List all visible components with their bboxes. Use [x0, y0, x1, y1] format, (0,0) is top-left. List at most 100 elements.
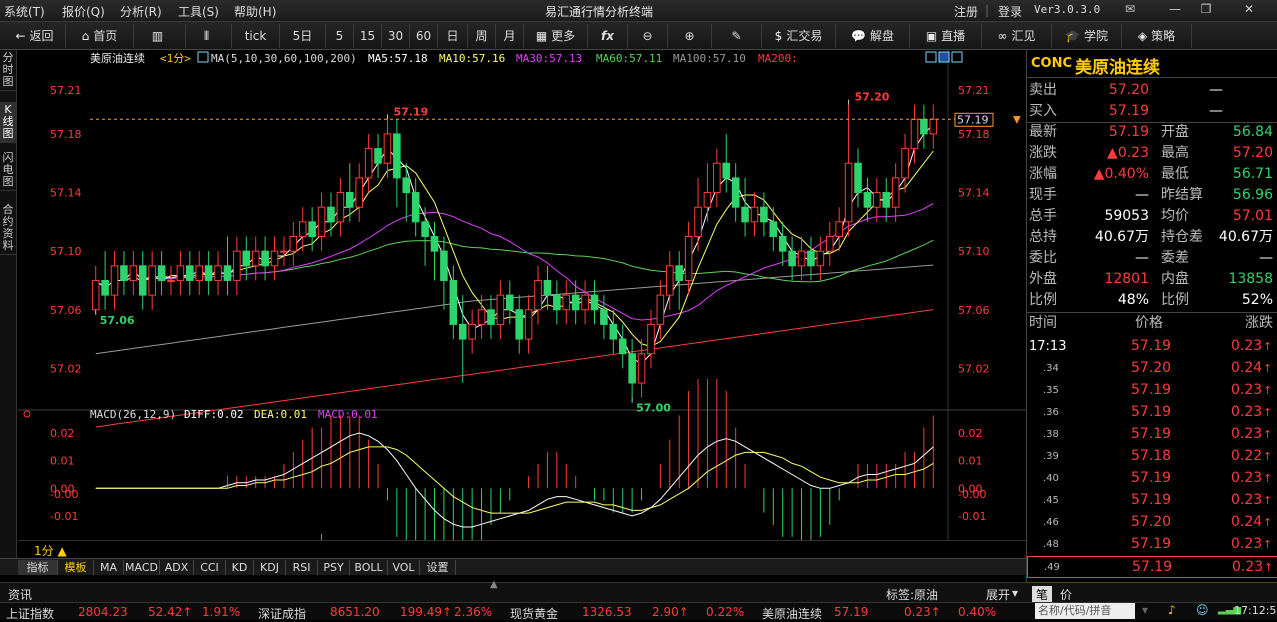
- draw-button[interactable]: ✎: [712, 24, 762, 48]
- zoom-out-button[interactable]: ⊖: [628, 24, 668, 48]
- indicator-tab-10[interactable]: BOLL: [350, 560, 388, 575]
- candle-body: [543, 279, 552, 296]
- menu-tools[interactable]: 工具(S): [178, 3, 219, 20]
- menu-quote[interactable]: 报价(Q): [62, 3, 105, 20]
- ma-settings-icon[interactable]: [197, 51, 209, 63]
- period-5d-button[interactable]: 5日: [280, 24, 326, 48]
- quote-value-0: 57.20: [1108, 82, 1149, 98]
- huijian-button[interactable]: ∞ 汇见: [982, 24, 1052, 48]
- candle-body: [242, 250, 251, 267]
- mail-icon[interactable]: ✉: [1121, 2, 1139, 19]
- ticker-change: 52.42↑: [148, 605, 193, 619]
- period-5m-button[interactable]: 5: [326, 24, 354, 48]
- price-axis-label-right: 57.14: [958, 187, 990, 200]
- period-60m-button[interactable]: 60: [410, 24, 438, 48]
- menu-help[interactable]: 帮助(H): [234, 3, 276, 20]
- ticker-percent: 0.22%: [706, 605, 745, 619]
- kline-button[interactable]: ▥: [134, 24, 186, 48]
- candle-body: [167, 279, 175, 282]
- candle-body: [327, 206, 335, 223]
- period-month-button[interactable]: 月: [496, 24, 524, 48]
- pane-max-icon[interactable]: [938, 51, 950, 63]
- indicator-tab-7[interactable]: KDJ: [254, 560, 286, 575]
- bar-chart-button[interactable]: ⦀: [186, 24, 232, 48]
- ticks-header: 时间 价格 涨跌: [1027, 312, 1277, 334]
- tab-pen[interactable]: 笔: [1032, 586, 1053, 603]
- candle-body: [524, 309, 533, 340]
- indicator-tab-11[interactable]: VOL: [388, 560, 420, 575]
- candlestick-chart[interactable]: 美原油连续 <1分> MA(5,10,30,60,100,200) MA5:57.18…: [18, 50, 1026, 558]
- home-button[interactable]: ⌂ 首页: [66, 24, 134, 48]
- indicator-tab-5[interactable]: CCI: [194, 560, 226, 575]
- candlestick-icon: ▥: [151, 29, 164, 43]
- analysis-button[interactable]: 💬 解盘: [836, 24, 910, 48]
- tab-kline[interactable]: K线图: [0, 102, 16, 143]
- expand-dropdown-icon[interactable]: ▾: [1012, 586, 1018, 600]
- period-day-button[interactable]: 日: [438, 24, 468, 48]
- minimize-icon[interactable]: —: [1166, 2, 1184, 19]
- quote-label2-5: 昨结算: [1161, 187, 1203, 203]
- price-axis-label: 57.02: [50, 362, 82, 375]
- up-arrow-icon: ↑: [1263, 472, 1273, 485]
- tick-row: .46 57.20 0.24 ↑: [1027, 512, 1277, 534]
- price-axis-label-right: 57.21: [958, 84, 990, 97]
- person-icon[interactable]: ☺: [1196, 603, 1209, 617]
- period-week-button[interactable]: 周: [468, 24, 496, 48]
- pane-close-icon[interactable]: [951, 51, 963, 63]
- indicator-tab-4[interactable]: ADX: [160, 560, 194, 575]
- tag-label: 标签:原油: [886, 588, 939, 602]
- candle-body: [223, 265, 232, 281]
- indicator-tab-6[interactable]: KD: [226, 560, 254, 575]
- expand-button[interactable]: 展开: [986, 586, 1010, 603]
- formula-button[interactable]: fx: [588, 24, 628, 48]
- expand-arrow-icon[interactable]: ▲: [490, 579, 498, 590]
- menu-system[interactable]: 系统(T): [4, 3, 45, 20]
- period-bar: 1分 ▲: [18, 540, 1026, 558]
- register-link[interactable]: 注册: [954, 3, 978, 20]
- tick-button[interactable]: tick: [232, 24, 280, 48]
- search-input[interactable]: 名称/代码/拼音: [1035, 603, 1135, 619]
- chart-area[interactable]: 美原油连续 <1分> MA(5,10,30,60,100,200) MA5:57.18…: [18, 50, 1026, 558]
- candle-body: [129, 265, 138, 281]
- indicator-tab-2[interactable]: MA: [94, 560, 124, 575]
- indicator-tab-12[interactable]: 设置: [420, 560, 456, 575]
- news-tab[interactable]: 资讯: [8, 586, 32, 603]
- login-link[interactable]: 登录: [998, 3, 1022, 20]
- school-button[interactable]: 🎓 学院: [1052, 24, 1122, 48]
- dropdown-icon[interactable]: ▾: [1142, 603, 1148, 617]
- indicator-tab-3[interactable]: MACD: [124, 560, 160, 575]
- bell-icon[interactable]: ♪: [1168, 603, 1176, 617]
- tab-flash[interactable]: 闪电图: [0, 150, 16, 191]
- restore-icon[interactable]: ❐: [1197, 2, 1215, 19]
- strategy-button[interactable]: ◈ 策略: [1122, 24, 1192, 48]
- more-button[interactable]: ▦ 更多: [524, 24, 588, 48]
- back-button[interactable]: ← 返回: [4, 24, 66, 48]
- indicator-tab-9[interactable]: PSY: [318, 560, 350, 575]
- period-15m-button[interactable]: 15: [354, 24, 382, 48]
- pane-restore-icon[interactable]: [925, 51, 937, 63]
- indicator-tab-0[interactable]: 指标: [18, 560, 58, 575]
- close-icon[interactable]: ✕: [1240, 2, 1258, 19]
- candle-body: [731, 177, 740, 208]
- quote-label-4: 涨幅: [1029, 166, 1057, 182]
- candle-body: [929, 118, 938, 135]
- period-30m-button[interactable]: 30: [382, 24, 410, 48]
- trade-button[interactable]: $ 汇交易: [762, 24, 836, 48]
- candle-body: [214, 265, 222, 281]
- tab-contract-info[interactable]: 合约资料: [0, 202, 16, 255]
- huijian-label: 汇见: [1011, 29, 1036, 43]
- period-selector[interactable]: 1分 ▲: [34, 542, 67, 559]
- chart-header-ma100: MA100:57.10: [673, 52, 746, 65]
- tick-change: 0.23: [1231, 536, 1263, 552]
- menu-analysis[interactable]: 分析(R): [120, 3, 162, 20]
- tick-price: 57.20: [1131, 360, 1172, 376]
- indicator-tab-1[interactable]: 模板: [58, 560, 94, 575]
- annotation-high1: 57.19: [393, 105, 428, 118]
- zoom-in-button[interactable]: ⊕: [668, 24, 712, 48]
- tab-price[interactable]: 价: [1060, 586, 1072, 603]
- live-button[interactable]: ▣ 直播: [910, 24, 982, 48]
- indicator-tab-8[interactable]: RSI: [286, 560, 318, 575]
- macd-settings-icon[interactable]: [23, 410, 31, 418]
- graduation-cap-icon: 🎓: [1065, 29, 1080, 43]
- tab-timeshare[interactable]: 分时图: [0, 50, 16, 91]
